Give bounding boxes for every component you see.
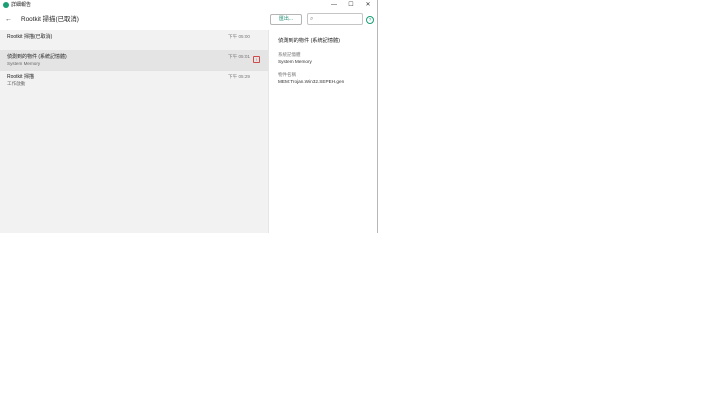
item-title: 偵測到的物件 (系統記憶體) <box>7 54 67 60</box>
item-subtitle: System Memory <box>7 61 41 66</box>
export-button[interactable]: 匯出... <box>270 14 302 25</box>
window-title: 詳細報告 <box>11 2 32 8</box>
item-time: 下午 05:01 <box>228 54 250 59</box>
list-item[interactable]: Rootkit 掃描(已取消) 下午 05:00 <box>0 30 268 50</box>
detail-field-label: 物件名稱 <box>278 72 296 77</box>
shield-check-icon <box>3 2 9 8</box>
help-icon[interactable]: ? <box>366 16 374 24</box>
page-title: Rootkit 掃描(已取消) <box>21 16 79 23</box>
maximize-button[interactable]: ☐ <box>343 0 359 10</box>
back-arrow-icon[interactable]: ← <box>5 15 12 24</box>
search-icon: ⌕ <box>310 16 314 22</box>
detail-field-value: System Memory <box>278 59 312 64</box>
minimize-button[interactable]: — <box>326 0 342 10</box>
detail-field-value: MEM:Trojan.Win32.SEPEH.gen <box>278 79 345 84</box>
item-time: 下午 05:00 <box>228 34 250 39</box>
detail-title: 偵測到的物件 (系統記憶體) <box>278 38 340 44</box>
app-window: 詳細報告 — ☐ ✕ ← Rootkit 掃描(已取消) 匯出... ⌕ ? R… <box>0 0 378 233</box>
page-header: ← Rootkit 掃描(已取消) 匯出... ⌕ ? <box>0 10 377 30</box>
title-bar: 詳細報告 — ☐ ✕ <box>0 0 377 10</box>
list-item-selected[interactable]: 偵測到的物件 (系統記憶體) System Memory 下午 05:01 ! <box>0 50 268 70</box>
item-time: 下午 05:29 <box>228 74 250 79</box>
search-box[interactable]: ⌕ <box>307 13 363 25</box>
item-title: Rootkit 掃描 <box>7 74 34 80</box>
alert-icon: ! <box>253 56 260 63</box>
list-item[interactable]: Rootkit 掃描 工作啟動 下午 05:29 <box>0 71 268 91</box>
search-input[interactable] <box>317 15 361 23</box>
detail-field-label: 系統記憶體 <box>278 52 301 57</box>
item-title: Rootkit 掃描(已取消) <box>7 34 53 40</box>
event-list: Rootkit 掃描(已取消) 下午 05:00 偵測到的物件 (系統記憶體) … <box>0 30 268 233</box>
close-button[interactable]: ✕ <box>360 0 376 10</box>
detail-pane: 偵測到的物件 (系統記憶體) 系統記憶體 System Memory 物件名稱 … <box>268 30 377 233</box>
item-subtitle: 工作啟動 <box>7 81 26 86</box>
